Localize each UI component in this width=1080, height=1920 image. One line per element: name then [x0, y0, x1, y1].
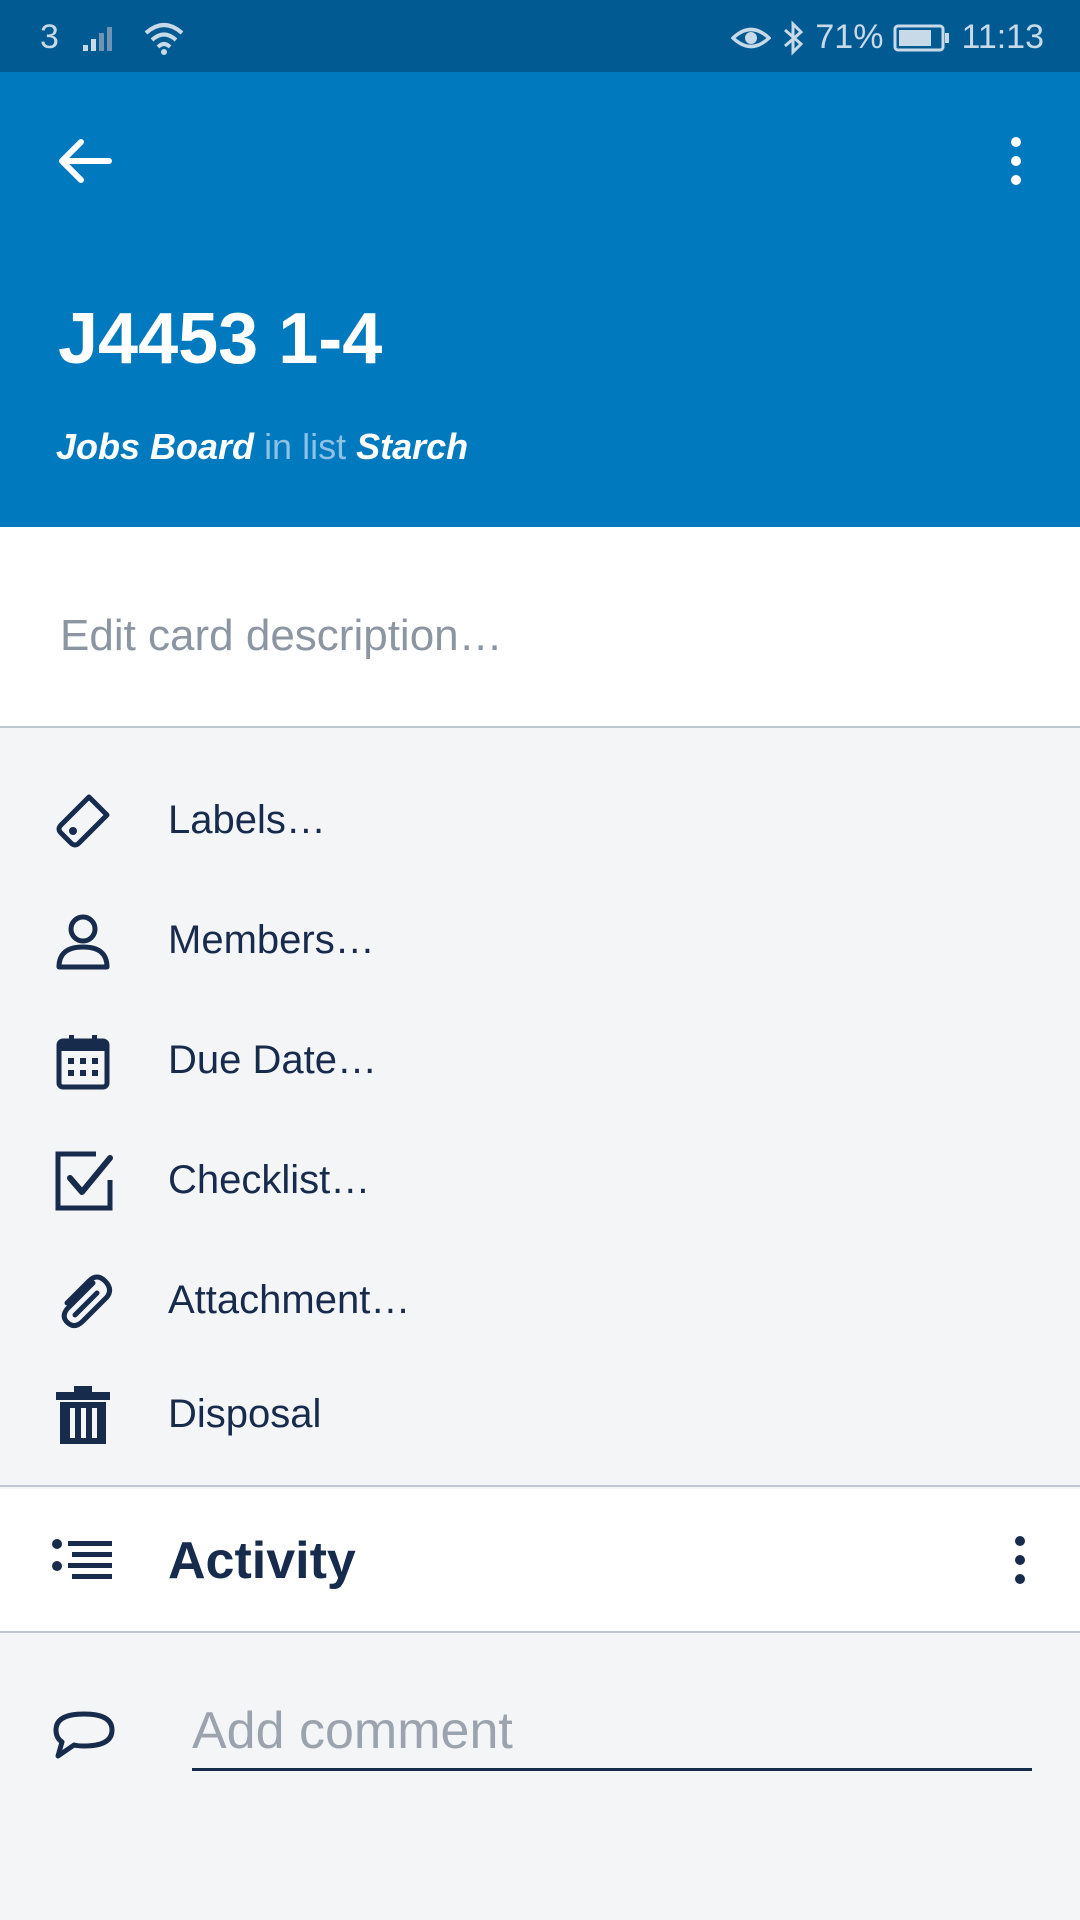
card-header: J4453 1-4 Jobs Board in list Starch [0, 72, 1080, 527]
action-label: Due Date… [168, 1038, 377, 1082]
action-label: Labels… [168, 798, 326, 842]
activity-title: Activity [168, 1532, 356, 1590]
trash-icon [50, 1382, 116, 1448]
action-members[interactable]: Members… [0, 890, 1080, 986]
board-link[interactable]: Jobs Board [56, 426, 254, 467]
bluetooth-icon [781, 19, 805, 56]
battery-percent: 71% [815, 18, 884, 56]
battery-icon [893, 23, 951, 53]
action-checklist[interactable]: Checklist… [0, 1130, 1080, 1226]
action-label: Disposal [168, 1392, 322, 1436]
action-label: Attachment… [168, 1278, 411, 1322]
signal-icon [81, 23, 121, 53]
wifi-icon [143, 21, 185, 55]
carrier-label: 3 [40, 18, 59, 56]
status-bar: 3 71% 11:13 [0, 0, 1080, 72]
comment-input[interactable] [192, 1693, 1032, 1771]
action-disposal[interactable]: Disposal [0, 1364, 1080, 1460]
card-title[interactable]: J4453 1-4 [58, 298, 382, 380]
card-actions: Labels… Members… Due Date… Checklist… At… [0, 730, 1080, 1487]
checkbox-icon [50, 1148, 116, 1214]
description-input[interactable]: Edit card description… [60, 611, 503, 661]
action-labels[interactable]: Labels… [0, 770, 1080, 866]
action-label: Members… [168, 918, 375, 962]
action-label: Checklist… [168, 1158, 371, 1202]
clock: 11:13 [961, 18, 1044, 56]
in-list-label: in list [264, 426, 347, 467]
back-button[interactable] [50, 126, 120, 196]
comment-bubble-icon [50, 1701, 118, 1769]
arrow-left-icon [59, 139, 112, 183]
description-section[interactable]: Edit card description… [0, 527, 1080, 728]
action-attachment[interactable]: Attachment… [0, 1250, 1080, 1346]
calendar-icon [50, 1028, 116, 1094]
card-location: Jobs Board in list Starch [56, 426, 468, 468]
tag-icon [50, 788, 116, 854]
more-vertical-icon [1011, 137, 1021, 185]
action-due-date[interactable]: Due Date… [0, 1010, 1080, 1106]
list-link[interactable]: Starch [356, 426, 468, 467]
list-icon [50, 1527, 116, 1593]
activity-menu-button[interactable] [990, 1525, 1050, 1595]
activity-section: Activity [0, 1489, 1080, 1633]
paperclip-icon [50, 1268, 116, 1334]
overflow-menu-button[interactable] [986, 126, 1046, 196]
comment-section [0, 1635, 1080, 1920]
person-icon [50, 908, 116, 974]
more-vertical-icon [1015, 1536, 1025, 1584]
eye-icon [731, 23, 772, 53]
